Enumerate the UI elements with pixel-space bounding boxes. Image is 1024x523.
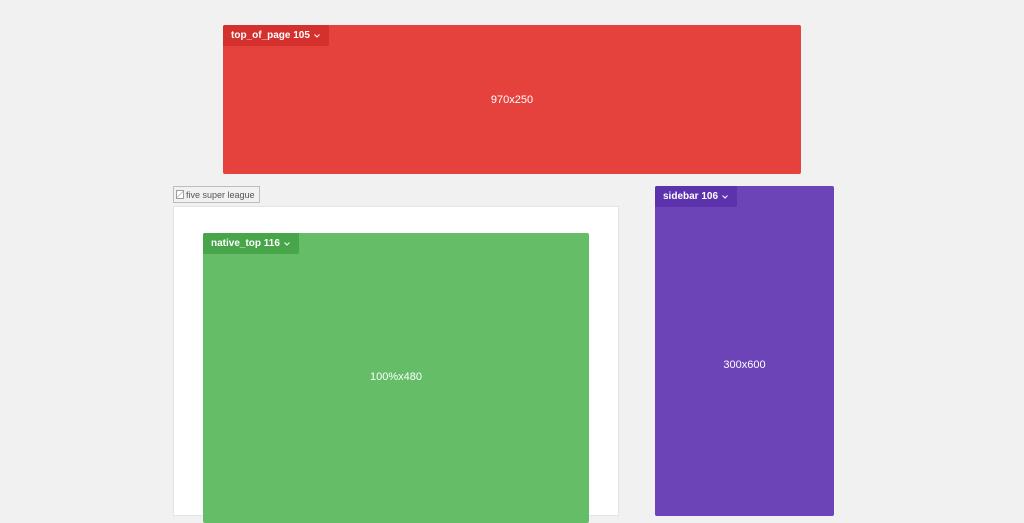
broken-image-icon (176, 190, 184, 199)
ad-slot-native-top: native_top 116 100%x480 (203, 233, 589, 523)
ad-slot-label: native_top 116 (211, 238, 280, 249)
chevron-down-icon (722, 195, 728, 199)
ad-slot-tag-sidebar[interactable]: sidebar 106 (655, 186, 738, 207)
chevron-down-icon (314, 34, 320, 38)
ad-slot-label: sidebar 106 (663, 191, 719, 202)
ad-slot-top-of-page: top_of_page 105 970x250 (223, 25, 801, 174)
chevron-down-icon (284, 242, 290, 246)
ad-slot-size: 970x250 (490, 94, 534, 106)
ad-slot-size: 100%x480 (370, 371, 422, 383)
image-alt-text: five super league (186, 189, 255, 200)
ad-slot-label: top_of_page 105 (231, 30, 310, 41)
ad-slot-tag-top-of-page[interactable]: top_of_page 105 (223, 25, 329, 46)
ad-slot-size: 300x600 (723, 359, 766, 371)
ad-slot-sidebar: sidebar 106 300x600 (655, 186, 834, 516)
five-super-league-image: five super league (173, 186, 260, 203)
ad-slot-tag-native-top[interactable]: native_top 116 (203, 233, 299, 254)
